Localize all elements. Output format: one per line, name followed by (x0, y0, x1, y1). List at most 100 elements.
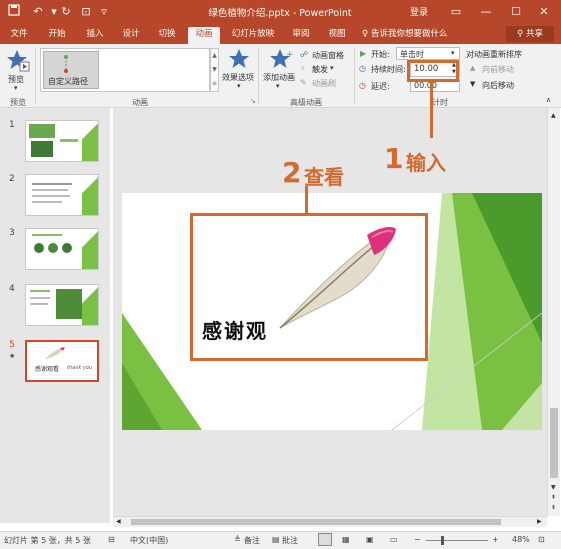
move-later-icon: ▼ (470, 80, 476, 88)
custom-path-item[interactable]: 自定义路径 (43, 51, 99, 89)
effect-options-dropdown-icon[interactable]: ▾ (237, 82, 241, 90)
ribbon-display-icon[interactable]: ▭ (448, 4, 464, 20)
step2-text: 查看 (304, 165, 344, 189)
minimize-icon[interactable]: — (478, 4, 494, 20)
tab-home[interactable]: 开始 (42, 27, 72, 44)
slide-thumbnail-4[interactable] (25, 284, 99, 326)
duration-clock-icon: ◷ (359, 64, 366, 73)
effect-options-button[interactable] (224, 48, 254, 72)
tab-view[interactable]: 视图 (322, 27, 352, 44)
animation-painter-icon: ✎ (300, 78, 307, 87)
collapse-ribbon-icon[interactable]: ∧ (546, 96, 551, 104)
save-icon[interactable] (6, 4, 22, 20)
zoom-out-icon[interactable]: − (414, 535, 421, 544)
zoom-level[interactable]: 48% (512, 535, 530, 544)
reading-view-icon[interactable]: ▣ (366, 535, 374, 544)
trigger-button[interactable]: 触发 (312, 64, 328, 75)
separator (35, 48, 36, 104)
thumb-text-line (32, 234, 62, 236)
close-icon[interactable]: ✕ (536, 4, 552, 20)
move-earlier-button[interactable]: 向前移动 (482, 64, 514, 75)
start-icon: ▶ (360, 49, 367, 58)
slide-thumbnail-2[interactable] (25, 174, 99, 216)
horizontal-scrollbar[interactable]: ◀ ▶ (113, 516, 547, 527)
spell-check-icon[interactable]: ⊟ (108, 535, 115, 544)
svg-text:+: + (286, 50, 294, 60)
slideshow-icon[interactable]: ▭ (390, 535, 398, 544)
tell-me-box[interactable]: ♀ 告诉我你想要做什么 (362, 27, 462, 44)
delay-label: 延迟: (371, 82, 390, 91)
normal-view-icon[interactable] (318, 533, 332, 546)
animation-painter-button[interactable]: 动画刷 (312, 78, 336, 89)
thumb-green-shape (82, 285, 98, 325)
slide-thumbnail-panel: 1 2 3 4 5 ★ 感谢观看 thank you (0, 108, 110, 523)
comments-button[interactable]: 批注 (282, 535, 298, 546)
thumb-text-line (30, 297, 50, 299)
thumb-green-shape (82, 229, 98, 269)
login-link[interactable]: 登录 (410, 5, 428, 18)
fit-slide-icon[interactable]: ⊡ (538, 535, 545, 544)
ribbon-tabs: 文件 开始 插入 设计 切换 动画 幻灯片放映 审阅 视图 ♀ 告诉我你想要做什… (0, 24, 561, 44)
thumb-image (56, 289, 82, 319)
thumb-green-shape (82, 175, 98, 215)
trigger-dropdown-icon[interactable]: ▾ (330, 64, 334, 72)
star-preview-icon (7, 50, 30, 72)
tab-file[interactable]: 文件 (4, 27, 34, 44)
preview-button[interactable] (6, 48, 30, 74)
vertical-scrollbar[interactable]: ▲ ▼ ⇞ ⇟ (547, 108, 560, 516)
previous-slide-icon[interactable]: ⇞ (551, 494, 556, 501)
scroll-thumb[interactable] (550, 408, 558, 478)
zoom-slider-thumb[interactable] (441, 536, 444, 545)
step1-number: 1 (384, 142, 404, 175)
start-select[interactable]: 单击时 ▾ (396, 47, 460, 60)
add-animation-dropdown-icon[interactable]: ▾ (276, 82, 280, 90)
scroll-left-icon[interactable]: ◀ (116, 518, 121, 525)
scroll-up-icon[interactable]: ▲ (551, 112, 556, 119)
scroll-down-icon[interactable]: ▼ (551, 484, 556, 491)
slide-number: 3 (9, 228, 15, 238)
slide-thumbnail-1[interactable] (25, 120, 99, 162)
tab-design[interactable]: 设计 (116, 27, 146, 44)
move-later-button[interactable]: 向后移动 (482, 80, 514, 91)
slide-callout-box (190, 213, 428, 361)
animation-pane-button[interactable]: 动画窗格 (312, 50, 344, 61)
person-icon: ⚲ (517, 29, 524, 39)
slide-number: 5 (9, 340, 15, 350)
language-status[interactable]: 中文(中国) (130, 535, 168, 546)
animation-pane-icon: ☍ (300, 50, 309, 59)
thumb-text-line (60, 139, 78, 142)
notes-button[interactable]: 备注 (244, 535, 260, 546)
tab-review[interactable]: 审阅 (286, 27, 316, 44)
feather-icon (45, 347, 65, 359)
scroll-right-icon[interactable]: ▶ (537, 518, 542, 525)
zoom-in-icon[interactable]: + (492, 535, 499, 544)
tab-animations[interactable]: 动画 (188, 27, 220, 44)
maximize-icon[interactable]: ☐ (508, 4, 524, 20)
duration-label: 持续时间: (371, 65, 406, 74)
gallery-scroll[interactable]: ▲ ▼ ≡ (210, 48, 219, 92)
slide-thumbnail-5[interactable]: 感谢观看 thank you (25, 340, 99, 382)
ribbon: 预览 ▾ 预览 自定义路径 ▲ ▼ ≡ 动画 ↘ 效果选项 ▾ + 添加动画 ▾ ☍… (0, 44, 561, 108)
add-animation-button[interactable]: + (266, 48, 294, 72)
share-button[interactable]: ⚲ 共享 (506, 26, 554, 42)
slide-sorter-icon[interactable]: ▦ (342, 535, 350, 544)
callout-line (305, 186, 308, 214)
thumb-text-line (30, 290, 50, 292)
undo-icon[interactable]: ↶ (30, 4, 46, 20)
preview-dropdown-icon[interactable]: ▾ (14, 84, 18, 92)
zoom-slider[interactable] (426, 540, 488, 541)
thumb-image (62, 243, 72, 253)
tab-transitions[interactable]: 切换 (152, 27, 182, 44)
customize-toolbar-icon[interactable]: ▿ (96, 4, 112, 20)
redo-icon[interactable]: ↻ (58, 4, 74, 20)
tab-insert[interactable]: 插入 (80, 27, 110, 44)
duration-callout-box (407, 60, 459, 82)
tab-slideshow[interactable]: 幻灯片放映 (226, 27, 280, 44)
start-from-beginning-icon[interactable]: ⊡ (78, 4, 94, 20)
next-slide-icon[interactable]: ⇟ (551, 504, 556, 511)
separator (354, 48, 355, 104)
start-dropdown-icon: ▾ (451, 49, 455, 57)
slide-thumbnail-3[interactable] (25, 228, 99, 270)
dialog-launcher-icon[interactable]: ↘ (250, 97, 256, 105)
scroll-thumb[interactable] (131, 519, 501, 525)
